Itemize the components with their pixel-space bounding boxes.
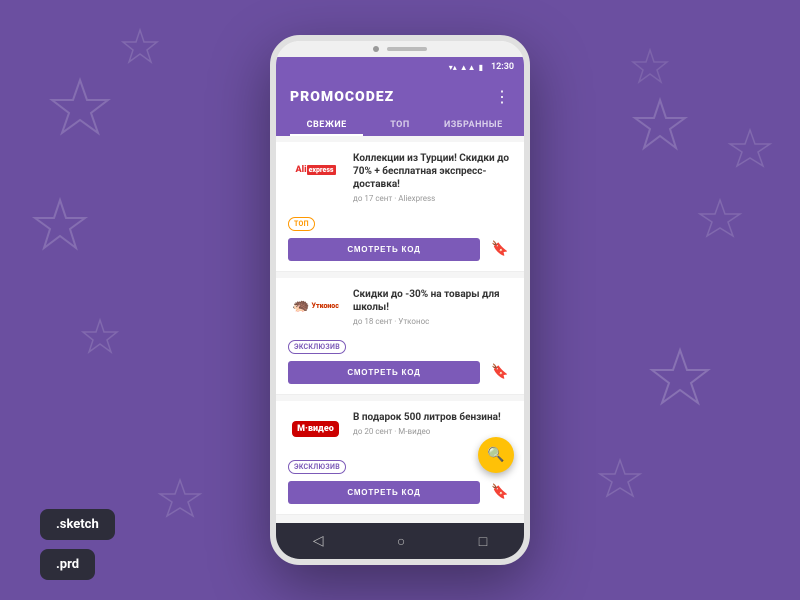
tag-exclusive-mvideo: ЭКСКЛЮЗИВ [288,460,346,474]
card-meta-utkonos: до 18 сент · Утконос [353,317,512,326]
app-header: PROMOCODEZ ⋮ СВЕЖИЕ ТОП ИЗБРАННЫЕ [276,77,524,136]
bottom-nav: ◁ ○ □ [276,523,524,559]
card-title-aliexpress: Коллекции из Турции! Скидки до 70% + бес… [353,152,512,191]
bookmark-btn-utkonos[interactable]: 🔖 [488,360,512,384]
view-code-btn-mvideo[interactable]: СМОТРЕТЬ КОД [288,481,480,504]
tab-fresh[interactable]: СВЕЖИЕ [290,114,363,136]
card-title-utkonos: Скидки до -30% на товары для школы! [353,288,512,314]
promo-card-aliexpress: Aliexpress Коллекции из Турции! Скидки д… [276,142,524,272]
card-top-utkonos: 🦔 Утконос Скидки до -30% на товары для ш… [288,288,512,326]
signal-icon: ▲▲ [460,63,476,72]
status-time: 12:30 [491,62,514,72]
utkonos-logo: 🦔 Утконос [288,288,343,323]
view-code-btn-aliexpress[interactable]: СМОТРЕТЬ КОД [288,238,480,261]
search-icon: 🔍 [487,447,504,463]
prd-badge: .prd [40,549,95,580]
card-title-mvideo: В подарок 500 литров бензина! [353,411,512,424]
phone-notch [276,41,524,57]
wifi-icon: ▾▴ [449,63,457,72]
bookmark-btn-mvideo[interactable]: 🔖 [488,480,512,504]
view-code-btn-utkonos[interactable]: СМОТРЕТЬ КОД [288,361,480,384]
card-actions-utkonos: СМОТРЕТЬ КОД 🔖 [288,360,512,384]
status-icons: ▾▴ ▲▲ ▮ [449,63,483,72]
app-title: PROMOCODEZ [290,89,394,105]
fab-search[interactable]: 🔍 [478,437,514,473]
status-bar: ▾▴ ▲▲ ▮ 12:30 [276,57,524,77]
speaker-bar [387,47,427,51]
card-info-mvideo: В подарок 500 литров бензина! до 20 сент… [353,411,512,436]
card-info-utkonos: Скидки до -30% на товары для школы! до 1… [353,288,512,326]
nav-back-button[interactable]: ◁ [313,533,324,549]
tab-bar: СВЕЖИЕ ТОП ИЗБРАННЫЕ [290,114,510,136]
tag-exclusive-utkonos: ЭКСКЛЮЗИВ [288,340,346,354]
camera-dot [373,46,379,52]
content-area: Aliexpress Коллекции из Турции! Скидки д… [276,136,524,523]
promo-card-utkonos: 🦔 Утконос Скидки до -30% на товары для ш… [276,278,524,395]
card-top-aliexpress: Aliexpress Коллекции из Турции! Скидки д… [288,152,512,203]
tag-top: ТОП [288,217,315,231]
card-actions-mvideo: СМОТРЕТЬ КОД 🔖 [288,480,512,504]
tab-top[interactable]: ТОП [363,114,436,136]
mvideo-logo: М·видео [288,411,343,446]
menu-button[interactable]: ⋮ [494,87,510,106]
sketch-badge: .sketch [40,509,115,540]
aliexpress-logo: Aliexpress [288,152,343,187]
header-top: PROMOCODEZ ⋮ [290,87,510,106]
tab-favorites[interactable]: ИЗБРАННЫЕ [437,114,510,136]
card-info-aliexpress: Коллекции из Турции! Скидки до 70% + бес… [353,152,512,203]
battery-icon: ▮ [479,63,483,72]
nav-home-button[interactable]: ○ [397,533,405,550]
nav-recents-button[interactable]: □ [479,533,487,550]
bookmark-btn-aliexpress[interactable]: 🔖 [488,237,512,261]
card-meta-mvideo: до 20 сент · М-видео [353,427,512,436]
phone-shell: ▾▴ ▲▲ ▮ 12:30 PROMOCODEZ ⋮ СВЕЖИЕ ТОП ИЗ… [270,35,530,565]
card-meta-aliexpress: до 17 сент · Aliexpress [353,194,512,203]
card-top-mvideo: М·видео В подарок 500 литров бензина! до… [288,411,512,446]
card-actions-aliexpress: СМОТРЕТЬ КОД 🔖 [288,237,512,261]
